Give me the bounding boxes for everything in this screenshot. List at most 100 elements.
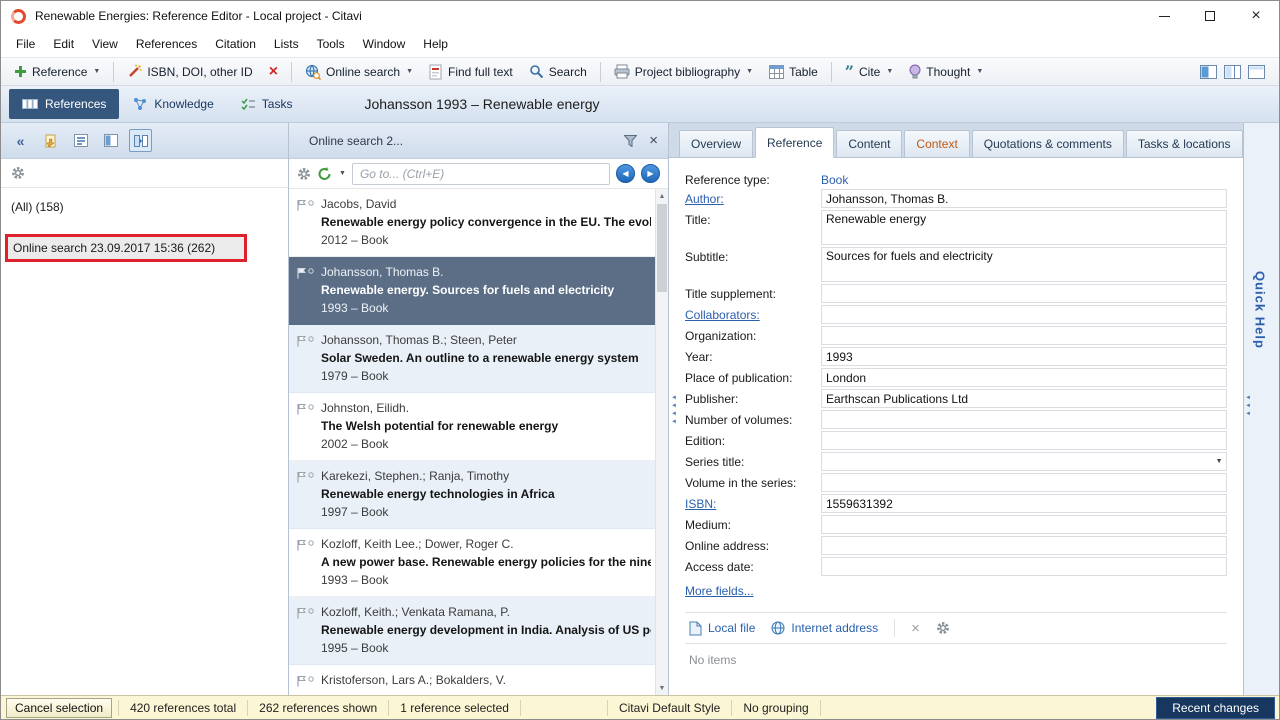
- volume-in-series-input[interactable]: [821, 473, 1227, 492]
- flag-icon[interactable]: [297, 401, 321, 460]
- tab-quotations[interactable]: Quotations & comments: [972, 130, 1124, 157]
- maximize-button[interactable]: [1187, 1, 1233, 31]
- category-item-all[interactable]: (All) (158): [1, 195, 288, 219]
- project-bibliography-button[interactable]: Project bibliography ▼: [607, 61, 760, 82]
- title-supplement-input[interactable]: [821, 284, 1227, 303]
- list-scrollbar[interactable]: ▲ ▼: [655, 189, 668, 695]
- collaborators-label[interactable]: Collaborators:: [685, 305, 815, 322]
- delete-button[interactable]: ×: [262, 61, 285, 83]
- next-reference-button[interactable]: ▶: [641, 164, 660, 183]
- columns-view-button[interactable]: [99, 129, 122, 152]
- gear-icon[interactable]: [11, 166, 25, 180]
- publisher-input[interactable]: [821, 389, 1227, 408]
- isbn-doi-button[interactable]: ISBN, DOI, other ID: [120, 61, 259, 82]
- tab-tasks-locations[interactable]: Tasks & locations: [1126, 130, 1243, 157]
- layout-two-pane-icon[interactable]: [1224, 65, 1241, 79]
- gear-icon[interactable]: [936, 621, 950, 635]
- series-title-input[interactable]: [821, 452, 1227, 471]
- flag-icon[interactable]: [297, 333, 321, 392]
- tab-reference[interactable]: Reference: [755, 127, 834, 158]
- tab-tasks[interactable]: Tasks: [228, 89, 306, 119]
- add-reference-button[interactable]: Reference ▼: [7, 62, 107, 82]
- search-button[interactable]: Search: [522, 61, 594, 82]
- collapse-panel-button[interactable]: «: [9, 129, 32, 152]
- flag-icon[interactable]: [297, 197, 321, 256]
- flag-icon[interactable]: [297, 265, 321, 324]
- recent-changes-button[interactable]: Recent changes: [1156, 697, 1275, 719]
- year-input[interactable]: [821, 347, 1227, 366]
- subtitle-input[interactable]: Sources for fuels and electricity: [821, 247, 1227, 282]
- medium-input[interactable]: [821, 515, 1227, 534]
- access-date-input[interactable]: [821, 557, 1227, 576]
- reference-list-item[interactable]: Johansson, Thomas B.; Steen, Peter Solar…: [289, 325, 655, 393]
- goto-input[interactable]: [352, 163, 610, 185]
- quick-help-tab[interactable]: Quick Help: [1253, 271, 1268, 349]
- flag-icon[interactable]: [297, 469, 321, 528]
- scroll-up-icon[interactable]: ▲: [656, 189, 668, 203]
- scroll-down-icon[interactable]: ▼: [656, 681, 668, 695]
- panel-splitter-handle[interactable]: ◄ ◄ ◄ ◄: [670, 395, 678, 425]
- status-grouping[interactable]: No grouping: [732, 701, 819, 715]
- online-address-input[interactable]: [821, 536, 1227, 555]
- reference-list-item[interactable]: Kristoferson, Lars A.; Bokalders, V.: [289, 665, 655, 695]
- internet-address-button[interactable]: Internet address: [771, 621, 878, 635]
- layout-left-pane-icon[interactable]: [1200, 65, 1217, 79]
- online-search-button[interactable]: Online search ▼: [298, 61, 420, 83]
- cancel-selection-button[interactable]: Cancel selection: [6, 698, 112, 718]
- close-list-icon[interactable]: ×: [649, 133, 658, 148]
- find-full-text-button[interactable]: Find full text: [422, 61, 520, 83]
- cite-button[interactable]: ” Cite ▼: [838, 62, 900, 82]
- author-label[interactable]: Author:: [685, 189, 815, 206]
- title-input[interactable]: Renewable energy: [821, 210, 1227, 245]
- menu-lists[interactable]: Lists: [265, 33, 308, 55]
- export-list-button[interactable]: [39, 129, 62, 152]
- place-of-publication-input[interactable]: [821, 368, 1227, 387]
- menu-view[interactable]: View: [83, 33, 127, 55]
- thought-button[interactable]: Thought ▼: [902, 61, 990, 82]
- refresh-search-icon[interactable]: [317, 167, 332, 181]
- flag-icon[interactable]: [297, 673, 321, 695]
- menu-edit[interactable]: Edit: [44, 33, 83, 55]
- more-fields-link[interactable]: More fields...: [685, 584, 754, 598]
- isbn-label[interactable]: ISBN:: [685, 494, 815, 511]
- edition-input[interactable]: [821, 431, 1227, 450]
- menu-references[interactable]: References: [127, 33, 206, 55]
- author-input[interactable]: [821, 189, 1227, 208]
- tab-references[interactable]: References: [9, 89, 119, 119]
- reference-list-item[interactable]: Kozloff, Keith.; Venkata Ramana, P. Rene…: [289, 597, 655, 665]
- swap-panels-button[interactable]: [129, 129, 152, 152]
- series-title-dropdown-icon[interactable]: ▼: [1216, 458, 1223, 465]
- menu-window[interactable]: Window: [354, 33, 415, 55]
- flag-icon[interactable]: [297, 537, 321, 596]
- status-citation-style[interactable]: Citavi Default Style: [608, 701, 731, 715]
- menu-help[interactable]: Help: [414, 33, 457, 55]
- reference-list-item[interactable]: Johnston, Eilidh. The Welsh potential fo…: [289, 393, 655, 461]
- flag-icon[interactable]: [297, 605, 321, 664]
- reference-list-item[interactable]: Karekezi, Stephen.; Ranja, Timothy Renew…: [289, 461, 655, 529]
- filter-funnel-icon[interactable]: [624, 135, 637, 147]
- tab-knowledge[interactable]: Knowledge: [120, 89, 226, 119]
- gear-icon[interactable]: [297, 167, 311, 181]
- tab-context[interactable]: Context: [904, 130, 969, 157]
- number-of-volumes-input[interactable]: [821, 410, 1227, 429]
- organization-input[interactable]: [821, 326, 1227, 345]
- local-file-button[interactable]: Local file: [689, 621, 755, 636]
- previous-reference-button[interactable]: ◀: [616, 164, 635, 183]
- reference-type-value[interactable]: Book: [821, 170, 1227, 187]
- collaborators-input[interactable]: [821, 305, 1227, 324]
- selection-list-button[interactable]: [69, 129, 92, 152]
- isbn-input[interactable]: [821, 494, 1227, 513]
- reference-list-item-selected[interactable]: Johansson, Thomas B. Renewable energy. S…: [289, 257, 655, 325]
- table-button[interactable]: Table: [762, 62, 825, 82]
- menu-file[interactable]: File: [7, 33, 44, 55]
- scrollbar-thumb[interactable]: [657, 204, 667, 292]
- tab-overview[interactable]: Overview: [679, 130, 753, 157]
- panel-splitter-handle[interactable]: ◄ ◄ ◄: [1245, 395, 1252, 417]
- tab-content[interactable]: Content: [836, 130, 902, 157]
- category-item-online-search[interactable]: Online search 23.09.2017 15:36 (262): [5, 234, 247, 262]
- remove-attachment-icon[interactable]: ×: [911, 621, 920, 636]
- menu-tools[interactable]: Tools: [308, 33, 354, 55]
- menu-citation[interactable]: Citation: [206, 33, 265, 55]
- minimize-button[interactable]: [1141, 1, 1187, 31]
- close-button[interactable]: ×: [1233, 1, 1279, 31]
